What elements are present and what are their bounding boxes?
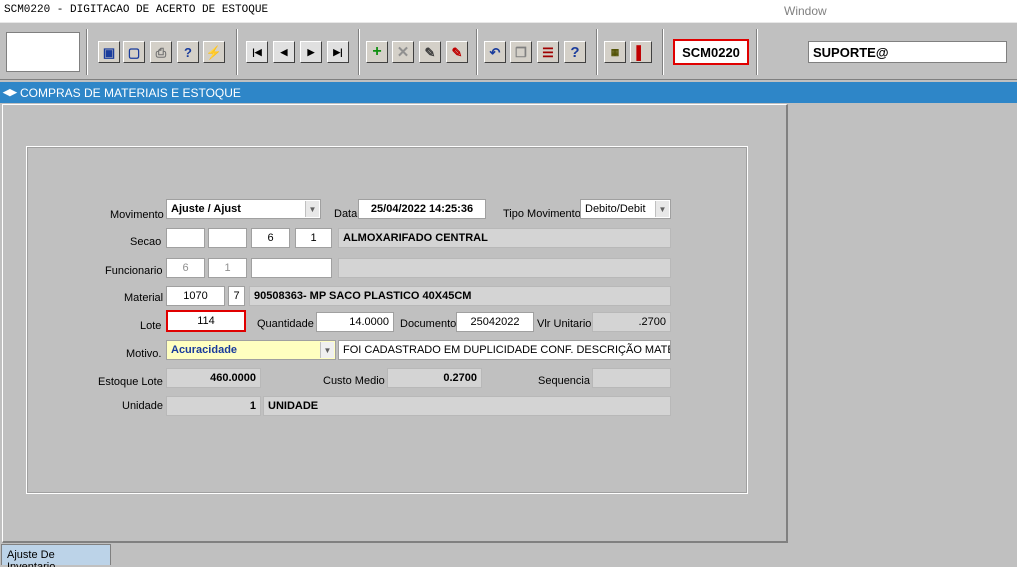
material-digit-field[interactable]: 7	[228, 286, 245, 306]
toolbar-separator	[596, 29, 598, 75]
secao-description: ALMOXARIFADO CENTRAL	[338, 228, 671, 248]
motivo-label: Motivo.	[126, 348, 162, 360]
estoque-lote-label: Estoque Lote	[98, 376, 163, 388]
module-header: ◀▶ COMPRAS DE MATERIAIS E ESTOQUE	[0, 82, 1017, 103]
module-icon: ◀▶	[3, 87, 17, 97]
quantidade-field[interactable]: 14.0000	[316, 312, 394, 332]
logo-box	[6, 32, 80, 72]
funcionario-label: Funcionario	[105, 265, 163, 277]
vlr-unitario-label: Vlr Unitario	[537, 318, 592, 330]
window-title: SCM0220 - DIGITACAO DE ACERTO DE ESTOQUE	[4, 4, 269, 16]
exit-icon[interactable]: ▌	[630, 41, 652, 63]
undo-icon[interactable]: ↶	[484, 41, 506, 63]
material-description: 90508363- MP SACO PLASTICO 40X45CM	[249, 286, 671, 306]
lote-label: Lote	[140, 320, 162, 332]
last-record-icon[interactable]: ▶|	[327, 41, 349, 63]
tab-ajuste-de-inventario[interactable]: Ajuste De Inventario	[1, 544, 111, 567]
tipo-movimento-value: Debito/Debit	[585, 203, 646, 215]
chevron-down-icon[interactable]: ▼	[320, 342, 334, 358]
motivo-value: Acuracidade	[171, 344, 238, 356]
first-record-icon[interactable]: |◀	[246, 41, 268, 63]
data-label: Data	[334, 208, 358, 220]
copy-icon[interactable]: ❐	[510, 41, 532, 63]
edit-icon[interactable]: ✎	[419, 41, 441, 63]
toolbar-separator	[476, 29, 478, 75]
motivo-description-field[interactable]: FOI CADASTRADO EM DUPLICIDADE CONF. DESC…	[338, 340, 671, 360]
funcionario-field-1[interactable]: 6	[166, 258, 205, 278]
window-icon[interactable]: ▢	[123, 41, 145, 63]
vlr-unitario-field: .2700	[592, 312, 671, 332]
custo-medio-field: 0.2700	[387, 368, 482, 388]
query-run-icon[interactable]: ⚡	[203, 41, 225, 63]
save-icon[interactable]: ▣	[98, 41, 120, 63]
data-field[interactable]: 25/04/2022 14:25:36	[358, 199, 486, 219]
unidade-label: Unidade	[122, 400, 163, 412]
menu-icon[interactable]: ▦	[604, 41, 626, 63]
delete-record-icon[interactable]: ✕	[392, 41, 414, 63]
help-icon[interactable]: ?	[564, 41, 586, 63]
movimento-select[interactable]: Ajuste / Ajust ▼	[166, 199, 321, 219]
secao-field-4[interactable]: 1	[295, 228, 332, 248]
custo-medio-label: Custo Medio	[323, 375, 385, 387]
toolbar-separator	[662, 29, 664, 75]
tipo-movimento-select[interactable]: Debito/Debit ▼	[580, 199, 671, 219]
prev-record-icon[interactable]: ◀	[273, 41, 295, 63]
material-label: Material	[124, 292, 164, 304]
documento-field[interactable]: 25042022	[456, 312, 534, 332]
insert-record-icon[interactable]: +	[366, 41, 388, 63]
user-field: SUPORTE@	[808, 41, 1007, 63]
documento-label: Documento	[400, 318, 457, 330]
toolbar: ▣ ▢ ⎙ ? ⚡ |◀ ◀ ▶ ▶| + ✕ ✎ ✎ ↶ ❐ ☰ ? ▦ ▌ …	[0, 22, 1017, 80]
toolbar-separator	[236, 29, 238, 75]
chevron-down-icon[interactable]: ▼	[305, 201, 319, 217]
movimento-value: Ajuste / Ajust	[171, 203, 241, 215]
secao-field-1[interactable]	[166, 228, 205, 248]
funcionario-field-3[interactable]	[251, 258, 332, 278]
print-icon[interactable]: ⎙	[150, 41, 172, 63]
window-menu[interactable]: Window	[784, 4, 827, 18]
sequencia-field	[592, 368, 671, 388]
list-values-icon[interactable]: ☰	[537, 41, 559, 63]
lote-field[interactable]: 114	[166, 310, 246, 332]
title-bar: SCM0220 - DIGITACAO DE ACERTO DE ESTOQUE…	[0, 0, 1017, 22]
chevron-down-icon[interactable]: ▼	[655, 201, 669, 217]
unidade-description: UNIDADE	[263, 396, 671, 416]
motivo-select[interactable]: Acuracidade ▼	[166, 340, 336, 360]
material-code-field[interactable]: 1070	[166, 286, 225, 306]
secao-field-3[interactable]: 6	[251, 228, 290, 248]
unidade-field: 1	[166, 396, 261, 416]
sequencia-label: Sequencia	[538, 375, 590, 387]
tipo-movimento-label: Tipo Movimento	[503, 208, 581, 220]
secao-field-2[interactable]	[208, 228, 247, 248]
secao-label: Secao	[130, 236, 162, 248]
funcionario-description	[338, 258, 671, 278]
query-help-icon[interactable]: ?	[177, 41, 199, 63]
next-record-icon[interactable]: ▶	[300, 41, 322, 63]
toolbar-separator	[86, 29, 88, 75]
funcionario-field-2[interactable]: 1	[208, 258, 247, 278]
movimento-label: Movimento	[110, 209, 164, 221]
toolbar-separator	[358, 29, 360, 75]
toolbar-separator	[756, 29, 758, 75]
estoque-lote-field: 460.0000	[166, 368, 261, 388]
clear-icon[interactable]: ✎	[446, 41, 468, 63]
quantidade-label: Quantidade	[257, 318, 314, 330]
module-title: COMPRAS DE MATERIAIS E ESTOQUE	[20, 86, 241, 100]
screen-code: SCM0220	[673, 39, 749, 65]
